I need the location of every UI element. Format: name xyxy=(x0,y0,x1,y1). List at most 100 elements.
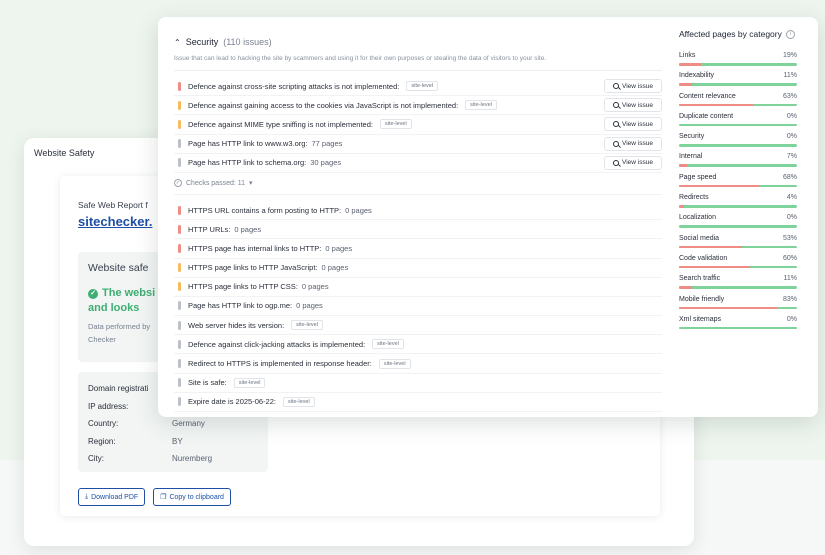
category-item[interactable]: Indexability 11% xyxy=(679,72,797,92)
issue-row: Page has HTTP link to schema.org: 30 page… xyxy=(174,154,662,173)
issue-row: Defence against cross-site scripting att… xyxy=(174,77,662,97)
issue-text: Defence against gaining access to the co… xyxy=(188,100,459,110)
severity-indicator xyxy=(178,301,181,311)
issue-row: HTTP URLs: 0 pages xyxy=(174,220,662,240)
category-progress-bar xyxy=(679,205,797,208)
category-progress-bar xyxy=(679,123,797,127)
category-progress-fill xyxy=(679,164,688,167)
info-icon[interactable]: i xyxy=(785,29,795,39)
category-progress-fill xyxy=(679,63,702,66)
category-item[interactable]: Links 19% xyxy=(679,52,797,72)
issue-row: HTTPS page links to HTTP JavaScript: 0 pa… xyxy=(174,259,662,278)
view-issue-button[interactable]: View issue xyxy=(604,79,662,94)
categories-pane: Affected pages by category i Links 19% Ind… xyxy=(679,29,797,336)
issue-count: 0 pages xyxy=(301,282,329,292)
info-row: Country: Germany xyxy=(88,419,205,429)
category-item[interactable]: Content relevance 63% xyxy=(679,93,797,113)
category-item[interactable]: Xml sitemaps 0% xyxy=(679,316,797,336)
view-issue-button[interactable]: View issue xyxy=(604,117,662,132)
issue-text: Page has HTTP link to ogp.me: xyxy=(188,301,293,311)
category-progress-fill xyxy=(679,205,684,208)
category-progress-bar xyxy=(679,265,797,269)
severity-indicator xyxy=(178,243,181,253)
download-icon: ⤓ xyxy=(85,493,89,500)
category-item[interactable]: Redirects 4% xyxy=(679,194,797,214)
search-icon xyxy=(613,159,620,166)
checks-passed-label: Checks passed: 11 xyxy=(186,179,246,187)
category-progress-fill xyxy=(679,184,760,188)
category-progress-bar xyxy=(679,245,797,249)
check-circle-icon: ✓ xyxy=(88,289,98,299)
download-pdf-button[interactable]: ⤓ Download PDF xyxy=(78,488,146,506)
category-progress-fill xyxy=(679,83,692,86)
issue-text: Redirect to HTTPS is implemented in resp… xyxy=(188,359,372,369)
severity-indicator xyxy=(178,397,181,407)
category-name: Content relevance xyxy=(679,92,736,100)
security-section-header[interactable]: ⌃ Security (110 issues) xyxy=(174,37,662,47)
site-level-tag: site-level xyxy=(406,81,439,92)
passed-list: HTTPS URL contains a form posting to HTT… xyxy=(174,201,662,412)
category-progress-bar xyxy=(679,83,797,86)
search-icon xyxy=(613,140,620,147)
severity-indicator xyxy=(178,81,181,91)
safe-status-title: Website safe xyxy=(88,262,149,274)
search-icon xyxy=(613,102,620,109)
section-title: Security xyxy=(185,37,219,47)
category-item[interactable]: Code validation 60% xyxy=(679,255,797,275)
category-item[interactable]: Social media 53% xyxy=(679,235,797,255)
checks-passed-toggle[interactable]: ✓ Checks passed: 11 ▾ xyxy=(174,173,662,195)
issue-text: Page has HTTP link to schema.org: xyxy=(188,158,307,168)
issue-text: Page has HTTP link to www.w3.org: xyxy=(188,139,308,149)
issue-text: HTTPS page has internal links to HTTP: xyxy=(188,243,322,253)
category-item[interactable]: Duplicate content 0% xyxy=(679,113,797,133)
category-item[interactable]: Localization 0% xyxy=(679,214,797,234)
issue-text: HTTP URLs: xyxy=(188,224,231,234)
issue-text: HTTPS page links to HTTP CSS: xyxy=(188,282,298,292)
site-link[interactable]: sitechecker. xyxy=(78,214,152,229)
category-item[interactable]: Security 0% xyxy=(679,133,797,153)
security-issues-pane: ⌃ Security (110 issues) Issue that can l… xyxy=(174,37,662,412)
category-name: Xml sitemaps xyxy=(679,315,722,323)
category-name: Links xyxy=(679,52,696,59)
category-item[interactable]: Mobile friendly 83% xyxy=(679,296,797,316)
category-item[interactable]: Page speed 68% xyxy=(679,174,797,194)
category-percent: 0% xyxy=(786,133,797,141)
website-safety-title: Website Safety xyxy=(34,148,95,158)
category-name: Redirects xyxy=(679,194,709,202)
categories-title: Affected pages by category i xyxy=(679,29,797,39)
category-name: Duplicate content xyxy=(679,112,734,120)
site-level-tag: site-level xyxy=(378,358,411,369)
severity-indicator xyxy=(178,205,181,215)
category-progress-bar xyxy=(679,225,797,228)
view-issue-button[interactable]: View issue xyxy=(604,155,662,170)
view-issue-button[interactable]: View issue xyxy=(604,98,662,113)
view-issue-label: View issue xyxy=(622,82,653,90)
view-issue-label: View issue xyxy=(622,140,653,148)
site-level-tag: site-level xyxy=(282,396,315,407)
issues-list: Defence against cross-site scripting att… xyxy=(174,77,662,173)
chevron-up-icon[interactable]: ⌃ xyxy=(174,38,181,47)
category-percent: 0% xyxy=(786,214,797,222)
site-level-tag: site-level xyxy=(379,119,412,130)
category-percent: 83% xyxy=(782,295,797,303)
view-issue-label: View issue xyxy=(622,101,653,109)
category-percent: 68% xyxy=(782,173,797,181)
category-item[interactable]: Search traffic 11% xyxy=(679,275,797,295)
issue-text: Site is safe: xyxy=(188,378,227,388)
category-percent: 19% xyxy=(782,52,797,59)
category-percent: 7% xyxy=(786,153,797,161)
issue-row: Page has HTTP link to ogp.me: 0 pages xyxy=(174,297,662,317)
view-issue-button[interactable]: View issue xyxy=(604,136,662,151)
category-name: Internal xyxy=(679,153,703,161)
issue-text: HTTPS page links to HTTP JavaScript: xyxy=(188,263,318,273)
site-level-tag: site-level xyxy=(233,377,266,388)
category-percent: 0% xyxy=(786,315,797,323)
copy-clipboard-button[interactable]: ❐ Copy to clipboard xyxy=(153,488,231,506)
category-name: Security xyxy=(679,133,705,141)
issue-row: Redirect to HTTPS is implemented in resp… xyxy=(174,354,662,374)
issue-row: Page has HTTP link to www.w3.org: 77 page… xyxy=(174,135,662,154)
category-item[interactable]: Internal 7% xyxy=(679,153,797,173)
issue-row: HTTPS page links to HTTP CSS: 0 pages xyxy=(174,278,662,297)
view-issue-label: View issue xyxy=(622,120,653,128)
issue-text: Defence against cross-site scripting att… xyxy=(188,81,400,91)
